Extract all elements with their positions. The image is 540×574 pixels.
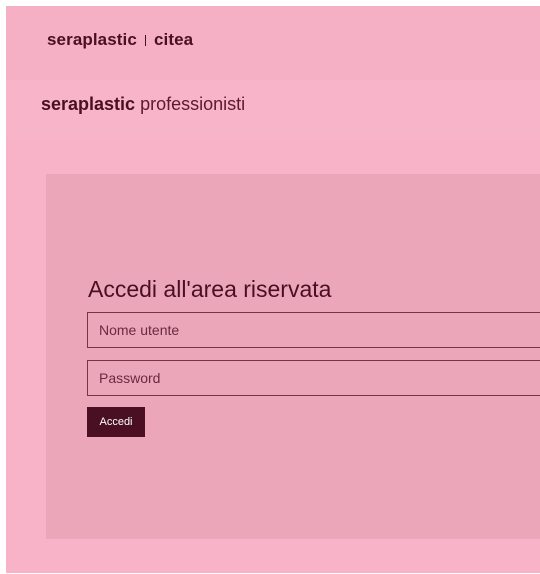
section-brand-light: professionisti bbox=[140, 94, 246, 114]
page: seraplastic citea seraplastic professioni… bbox=[6, 6, 540, 573]
login-panel: Accedi all'area riservata Nome utente Pa… bbox=[46, 174, 540, 539]
section-logo[interactable]: seraplastic professionisti bbox=[41, 94, 245, 115]
header-logo[interactable]: seraplastic citea bbox=[47, 30, 193, 50]
brand-secondary: citea bbox=[153, 30, 194, 49]
brand-primary: seraplastic bbox=[47, 30, 137, 49]
password-field[interactable]: Password bbox=[87, 360, 540, 396]
brand-separator bbox=[144, 35, 146, 47]
top-brand-bar: seraplastic citea bbox=[6, 6, 540, 80]
login-title: Accedi all'area riservata bbox=[88, 276, 332, 302]
login-button[interactable]: Accedi bbox=[87, 407, 145, 437]
section-brand-strong: seraplastic bbox=[41, 94, 136, 114]
password-placeholder: Password bbox=[99, 370, 161, 386]
username-field[interactable]: Nome utente bbox=[87, 312, 540, 348]
section-brand-bar: seraplastic professionisti bbox=[6, 80, 540, 138]
username-placeholder: Nome utente bbox=[99, 322, 180, 338]
